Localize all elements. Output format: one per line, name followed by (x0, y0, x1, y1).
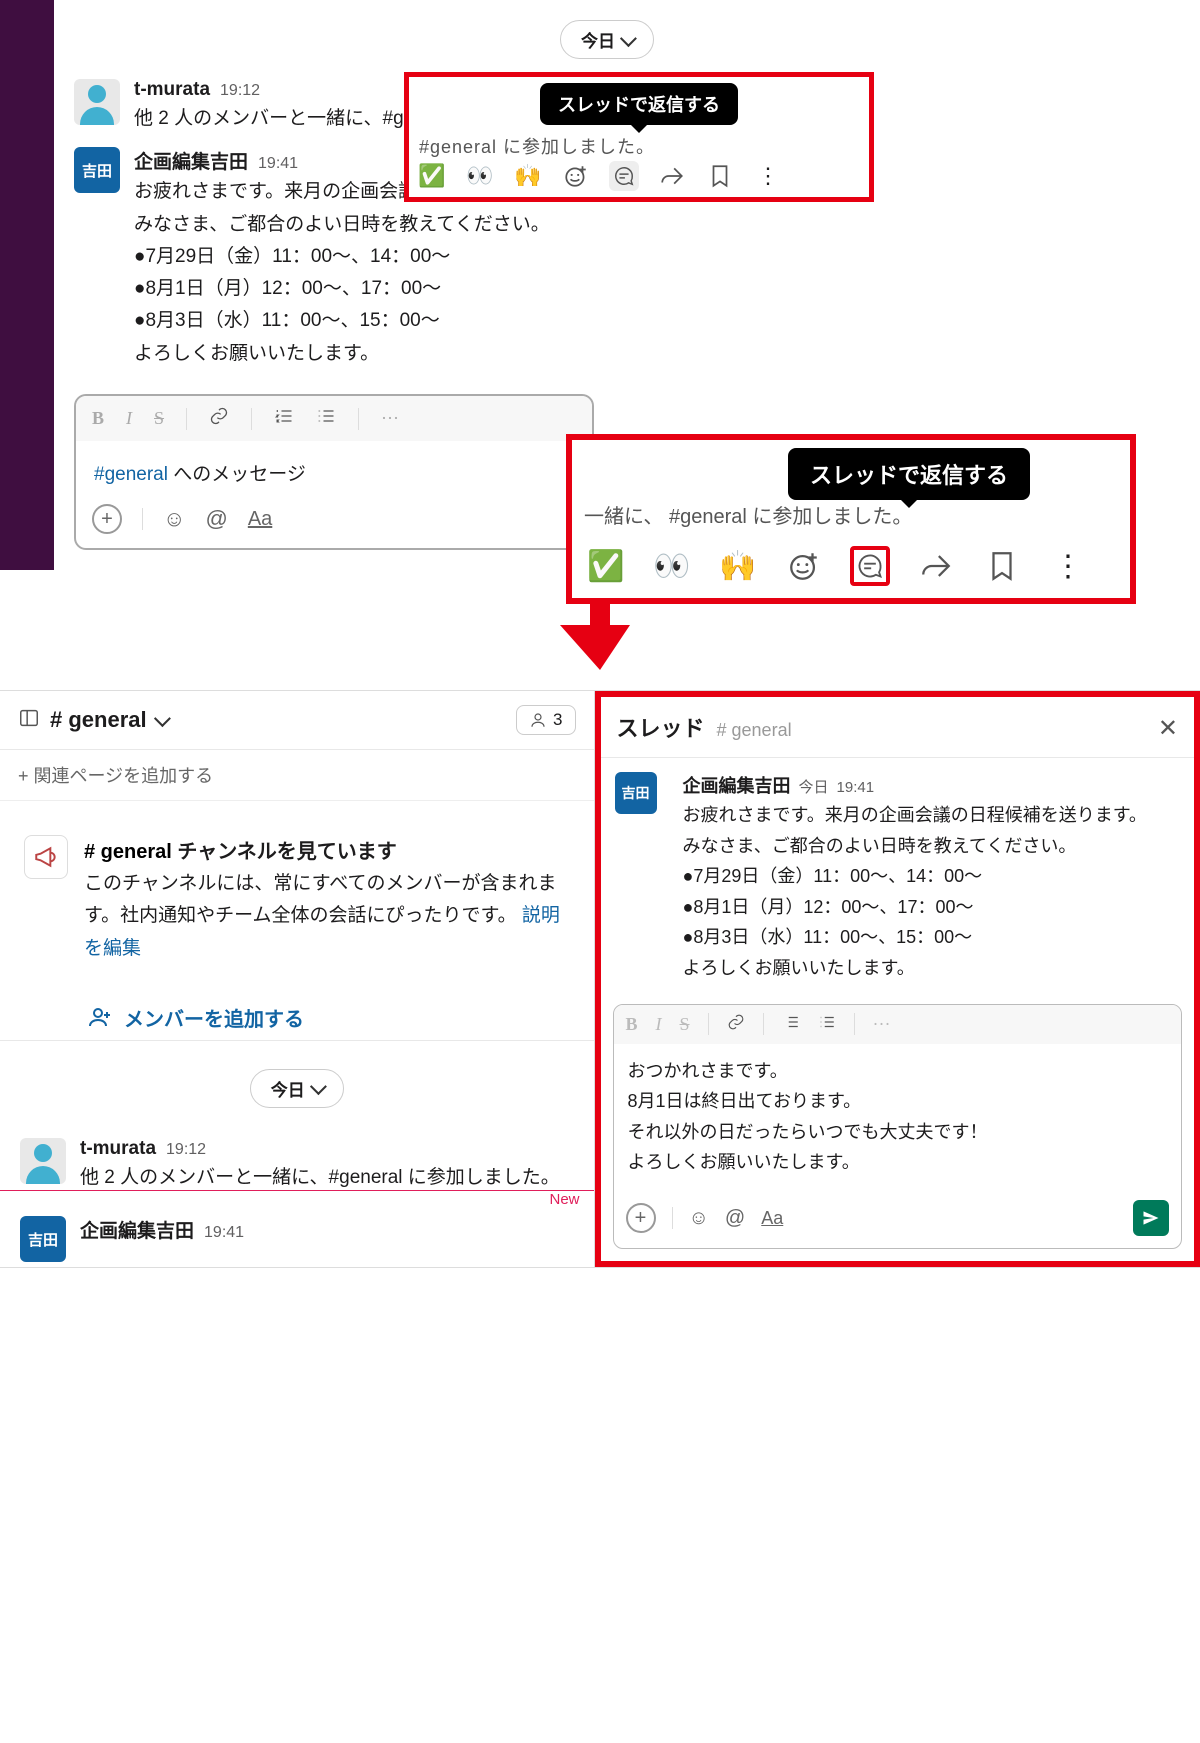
more-formatting-icon[interactable]: ··· (381, 408, 399, 429)
thread-reply-composer[interactable]: B I S ··· おつかれさまです。 8月1日は終日出ておりま (613, 1004, 1183, 1249)
workspace-sidebar (0, 0, 54, 570)
react-check-icon[interactable]: ✅ (586, 546, 626, 586)
channel-name-button[interactable]: # general (50, 707, 167, 733)
close-icon[interactable]: ✕ (1158, 714, 1178, 743)
bookmark-icon[interactable] (982, 546, 1022, 586)
send-button[interactable] (1133, 1200, 1169, 1236)
tooltip-reply-in-thread: スレッドで返信する (788, 448, 1030, 500)
format-toolbar: B I S ··· (614, 1005, 1182, 1044)
bookmark-icon[interactable] (705, 161, 735, 191)
tooltip-reply-in-thread: スレッドで返信する (540, 83, 738, 125)
message-timestamp[interactable]: 19:41 (837, 779, 875, 796)
bullet-list-button[interactable] (818, 1013, 836, 1036)
more-actions-icon[interactable]: ⋮ (1048, 546, 1088, 586)
covered-text: #general に参加しました。 (419, 133, 859, 159)
date-divider-pill[interactable]: 今日 (560, 20, 654, 59)
emoji-button[interactable]: ☺ (163, 506, 185, 532)
message-hover-toolbar-callout: スレッドで返信する #general に参加しました。 ✅ 👀 🙌 ⋮ (404, 72, 874, 202)
react-eyes-icon[interactable]: 👀 (465, 161, 495, 191)
more-actions-icon[interactable]: ⋮ (753, 161, 783, 191)
reply-input[interactable]: おつかれさまです。 8月1日は終日出ております。 それ以外の日だったらいつでも大… (614, 1044, 1182, 1190)
message-username[interactable]: t-murata (134, 79, 210, 101)
mention-button[interactable]: @ (205, 506, 227, 532)
date-divider-pill[interactable]: 今日 (250, 1069, 344, 1108)
add-reaction-icon[interactable] (561, 161, 591, 191)
ordered-list-button[interactable] (782, 1013, 800, 1036)
message-timestamp[interactable]: 19:12 (166, 1141, 206, 1159)
message-composer[interactable]: B I S ··· #general へのメッセージ (74, 394, 594, 550)
message-text: お疲れさまです。来月の企画会議の日程候補を送ります。 みなさま、ご都合のよい日時… (134, 176, 1140, 370)
megaphone-icon (24, 835, 68, 879)
strike-button[interactable]: S (680, 1014, 690, 1035)
message-username[interactable]: 企画編集吉田 (80, 1216, 194, 1243)
message-text: 他 2 人のメンバーと一緒に、#general に参加しました。 (80, 1162, 574, 1194)
strike-button[interactable]: S (154, 408, 164, 429)
format-toolbar: B I S ··· (76, 396, 592, 441)
react-raised-hands-icon[interactable]: 🙌 (513, 161, 543, 191)
message-row[interactable]: t-murata 19:12 他 2 人のメンバーと一緒に、#general に… (0, 1130, 594, 1198)
thread-title: スレッド (617, 711, 705, 743)
reply-in-thread-icon[interactable] (850, 546, 890, 586)
bullet-list-button[interactable] (316, 406, 336, 431)
message-day: 今日 (799, 776, 829, 797)
composer-input[interactable]: #general へのメッセージ (76, 441, 592, 494)
share-icon[interactable] (657, 161, 687, 191)
message-timestamp[interactable]: 19:12 (220, 82, 260, 100)
add-related-page-button[interactable]: + 関連ページを追加する (0, 750, 594, 801)
emoji-button[interactable]: ☺ (689, 1207, 709, 1230)
reply-in-thread-icon[interactable] (609, 161, 639, 191)
toggle-sidebar-icon[interactable] (18, 707, 40, 734)
react-check-icon[interactable]: ✅ (417, 161, 447, 191)
date-label: 今日 (581, 27, 615, 52)
avatar[interactable]: 吉田 (74, 147, 120, 193)
avatar[interactable]: 吉田 (20, 1216, 66, 1262)
message-row[interactable]: 吉田 企画編集吉田 19:41 (0, 1208, 594, 1262)
message-username[interactable]: 企画編集吉田 (683, 772, 791, 798)
message-timestamp[interactable]: 19:41 (258, 155, 298, 173)
more-formatting-icon[interactable]: ··· (873, 1014, 891, 1035)
bold-button[interactable]: B (626, 1014, 638, 1035)
message-username[interactable]: t-murata (80, 1138, 156, 1160)
ordered-list-button[interactable] (274, 406, 294, 431)
mention-button[interactable]: @ (725, 1207, 745, 1230)
avatar[interactable] (74, 79, 120, 125)
message-text: お疲れさまです。来月の企画会議の日程候補を送ります。 みなさま、ご都合のよい日時… (683, 800, 1181, 984)
thread-original-message[interactable]: 吉田 企画編集吉田 今日 19:41 お疲れさまです。来月の企画会議の日程候補を… (601, 758, 1195, 998)
message-hover-toolbar-callout-zoom: スレッドで返信する 一緒に、 #general に参加しました。 ✅ 👀 🙌 (566, 434, 1136, 604)
react-eyes-icon[interactable]: 👀 (652, 546, 692, 586)
channel-info-desc: このチャンネルには、常にすべてのメンバーが含まれます。社内通知やチーム全体の会話… (84, 868, 570, 965)
channel-info-title: # general チャンネルを見ています (84, 835, 570, 864)
covered-text: 一緒に、 #general に参加しました。 (584, 500, 1124, 529)
format-toggle-button[interactable]: Aa (248, 508, 272, 531)
italic-button[interactable]: I (126, 408, 132, 429)
message-timestamp[interactable]: 19:41 (204, 1224, 244, 1242)
message-username[interactable]: 企画編集吉田 (134, 147, 248, 174)
bold-button[interactable]: B (92, 408, 104, 429)
avatar[interactable]: 吉田 (615, 772, 657, 814)
thread-channel-link[interactable]: # general (717, 720, 792, 741)
react-raised-hands-icon[interactable]: 🙌 (718, 546, 758, 586)
attach-button[interactable]: + (626, 1203, 656, 1233)
share-icon[interactable] (916, 546, 956, 586)
avatar[interactable] (20, 1138, 66, 1184)
attach-button[interactable]: + (92, 504, 122, 534)
link-button[interactable] (209, 406, 229, 431)
chevron-down-icon (310, 1079, 327, 1096)
italic-button[interactable]: I (656, 1014, 662, 1035)
member-count-button[interactable]: 3 (516, 705, 575, 735)
add-reaction-icon[interactable] (784, 546, 824, 586)
format-toggle-button[interactable]: Aa (761, 1208, 783, 1229)
chevron-down-icon (620, 30, 637, 47)
chevron-down-icon (154, 710, 171, 727)
link-button[interactable] (727, 1013, 745, 1036)
